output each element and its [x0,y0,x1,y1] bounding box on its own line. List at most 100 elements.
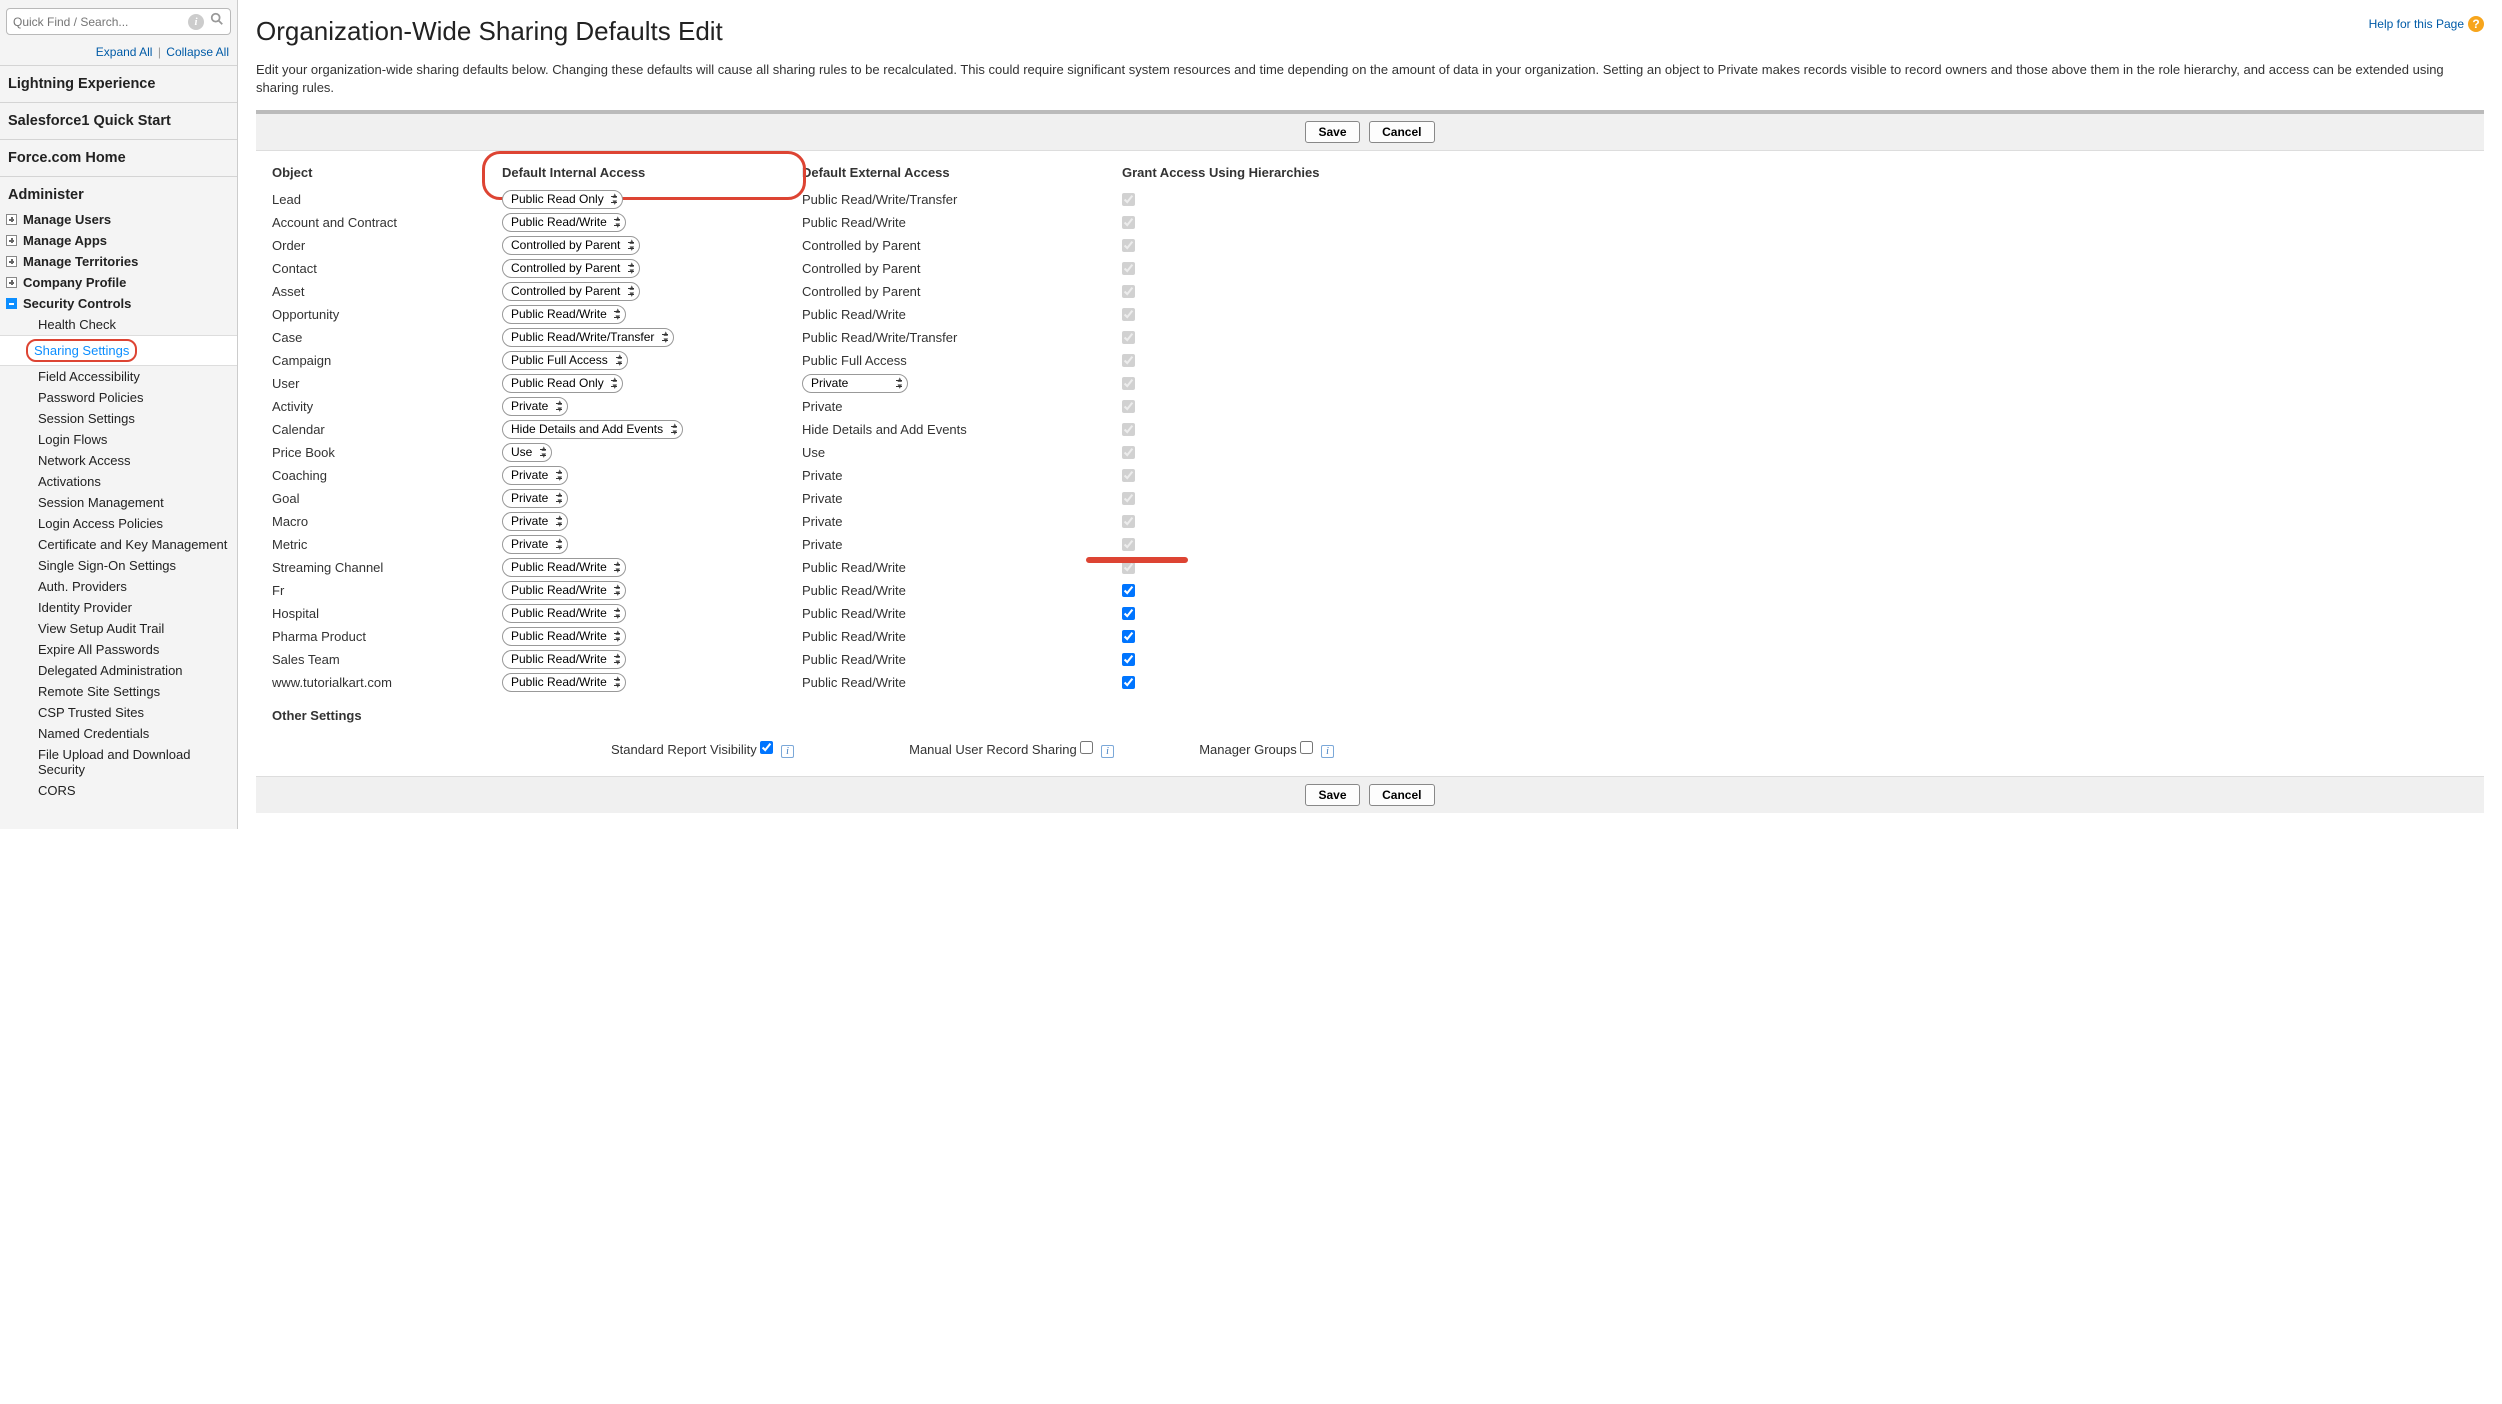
internal-access-select[interactable]: Public Read/Write [502,673,626,692]
nav-top-link[interactable]: Force.com Home [0,140,237,176]
nav-sub-item[interactable]: Named Credentials [0,723,237,744]
nav-admin-item[interactable]: Company Profile [0,272,237,293]
save-button[interactable]: Save [1305,784,1359,806]
nav-sub-item[interactable]: Remote Site Settings [0,681,237,702]
internal-access-cell: Public Read/Write▴ ▾ [500,671,800,694]
internal-access-cell: Controlled by Parent▴ ▾ [500,280,800,303]
grant-access-cell [1120,487,1340,510]
nav-sub-item[interactable]: Login Flows [0,429,237,450]
manual-user-checkbox[interactable] [1080,741,1093,754]
nav-sub-item[interactable]: Login Access Policies [0,513,237,534]
object-cell: Goal [270,487,500,510]
object-cell: Hospital [270,602,500,625]
nav-top-link[interactable]: Salesforce1 Quick Start [0,103,237,139]
search-input[interactable] [13,15,184,29]
internal-access-select[interactable]: Controlled by Parent [502,282,640,301]
plus-icon[interactable] [6,256,17,267]
internal-access-select[interactable]: Public Read/Write [502,213,626,232]
internal-access-select[interactable]: Controlled by Parent [502,259,640,278]
internal-access-select[interactable]: Public Read/Write [502,650,626,669]
internal-access-select[interactable]: Hide Details and Add Events [502,420,683,439]
internal-access-select[interactable]: Private [502,466,568,485]
external-access-cell: Use [800,441,1120,464]
internal-access-cell: Hide Details and Add Events▴ ▾ [500,418,800,441]
internal-access-select[interactable]: Private [502,489,568,508]
nav-admin-item[interactable]: Manage Users [0,209,237,230]
nav-sub-item[interactable]: View Setup Audit Trail [0,618,237,639]
minus-icon[interactable] [6,298,17,309]
cancel-button[interactable]: Cancel [1369,784,1434,806]
plus-icon[interactable] [6,277,17,288]
external-access-cell: Private [800,533,1120,556]
grant-access-cell [1120,579,1340,602]
internal-access-cell: Use▴ ▾ [500,441,800,464]
internal-access-select[interactable]: Public Read Only [502,190,623,209]
nav-admin-item[interactable]: Manage Territories [0,251,237,272]
nav-sub-item[interactable]: CORS [0,780,237,801]
grant-access-checkbox[interactable] [1122,584,1135,597]
nav-sub-item[interactable]: Network Access [0,450,237,471]
internal-access-select[interactable]: Public Full Access [502,351,628,370]
search-icon[interactable] [210,12,224,31]
internal-access-select[interactable]: Private [502,397,568,416]
nav-sub-item[interactable]: File Upload and Download Security [0,744,237,780]
internal-access-select[interactable]: Controlled by Parent [502,236,640,255]
grant-access-checkbox [1122,538,1135,551]
internal-access-select[interactable]: Public Read/Write [502,604,626,623]
nav-sub-item[interactable]: Certificate and Key Management [0,534,237,555]
grant-access-checkbox[interactable] [1122,653,1135,666]
internal-access-select[interactable]: Public Read/Write [502,627,626,646]
col-object-header: Object [270,161,500,188]
nav-sub-item[interactable]: Single Sign-On Settings [0,555,237,576]
nav-admin-item[interactable]: Manage Apps [0,230,237,251]
internal-access-select[interactable]: Public Read Only [502,374,623,393]
page-title: Organization-Wide Sharing Defaults Edit [256,16,2484,47]
nav-sub-item[interactable]: Activations [0,471,237,492]
grant-access-checkbox [1122,285,1135,298]
info-icon[interactable]: i [1101,745,1114,758]
grant-access-checkbox [1122,239,1135,252]
nav-sub-item[interactable]: Auth. Providers [0,576,237,597]
nav-sub-item[interactable]: Delegated Administration [0,660,237,681]
internal-access-select[interactable]: Public Read/Write [502,581,626,600]
internal-access-select[interactable]: Use [502,443,552,462]
internal-access-select[interactable]: Private [502,512,568,531]
nav-admin-item[interactable]: Security Controls [0,293,237,314]
nav-sub-item[interactable]: Expire All Passwords [0,639,237,660]
nav-sub-item[interactable]: Identity Provider [0,597,237,618]
help-link[interactable]: Help for this Page? [2369,16,2484,32]
expand-all-link[interactable]: Expand All [96,45,153,59]
internal-access-select[interactable]: Private [502,535,568,554]
plus-icon[interactable] [6,235,17,246]
collapse-all-link[interactable]: Collapse All [166,45,229,59]
internal-access-select[interactable]: Public Read/Write/Transfer [502,328,674,347]
grant-access-checkbox[interactable] [1122,630,1135,643]
internal-access-cell: Controlled by Parent▴ ▾ [500,257,800,280]
cancel-button[interactable]: Cancel [1369,121,1434,143]
plus-icon[interactable] [6,214,17,225]
nav-sub-item[interactable]: CSP Trusted Sites [0,702,237,723]
external-access-cell: Public Read/Write [800,602,1120,625]
grant-access-checkbox[interactable] [1122,607,1135,620]
internal-access-select[interactable]: Public Read/Write [502,305,626,324]
help-icon: ? [2468,16,2484,32]
grant-access-checkbox[interactable] [1122,676,1135,689]
external-access-select[interactable]: Private [802,374,908,393]
quick-find-search[interactable]: i [6,8,231,35]
save-button[interactable]: Save [1305,121,1359,143]
manager-groups-checkbox[interactable] [1300,741,1313,754]
nav-sub-item[interactable]: Field Accessibility [0,366,237,387]
info-icon[interactable]: i [781,745,794,758]
internal-access-cell: Private▴ ▾ [500,395,800,418]
internal-access-select[interactable]: Public Read/Write [502,558,626,577]
object-cell: Coaching [270,464,500,487]
nav-sub-item[interactable]: Session Settings [0,408,237,429]
nav-sub-item[interactable]: Password Policies [0,387,237,408]
info-icon[interactable]: i [1321,745,1334,758]
object-cell: Metric [270,533,500,556]
nav-sub-item[interactable]: Sharing Settings [0,335,237,366]
nav-top-link[interactable]: Lightning Experience [0,66,237,102]
nav-sub-item[interactable]: Health Check [0,314,237,335]
nav-sub-item[interactable]: Session Management [0,492,237,513]
std-report-checkbox[interactable] [760,741,773,754]
